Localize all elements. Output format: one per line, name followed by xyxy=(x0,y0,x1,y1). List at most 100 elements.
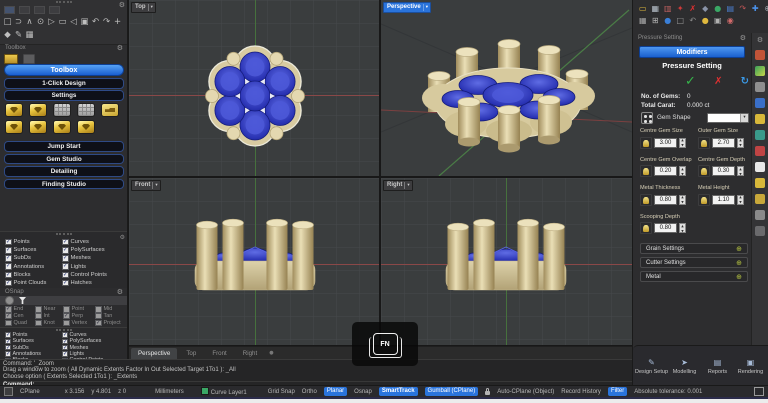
viewport-right[interactable]: Right▾ xyxy=(381,178,632,345)
side-strip-icon[interactable] xyxy=(755,82,765,92)
side-strip-icon[interactable] xyxy=(755,146,765,156)
stepper[interactable] xyxy=(679,223,686,233)
filter-checkbox[interactable]: SubDs xyxy=(5,254,62,262)
side-strip-icon[interactable] xyxy=(755,178,765,188)
disable-osnap-icon[interactable] xyxy=(5,296,14,305)
osnap-checkbox[interactable]: ✓Cen xyxy=(5,313,35,320)
curve-tool-icon[interactable]: ∧ xyxy=(24,16,35,28)
gear-icon[interactable]: ⚙ xyxy=(117,44,123,52)
chevron-down-icon[interactable]: ▾ xyxy=(740,114,748,122)
expand-icon[interactable]: ⊕ xyxy=(736,273,742,281)
cutter-settings-section[interactable]: Cutter Settings ⊕ xyxy=(640,257,748,268)
chevron-down-icon[interactable]: ▾ xyxy=(404,182,409,190)
settings-button[interactable]: Settings xyxy=(4,90,124,101)
chevron-down-icon[interactable]: ▾ xyxy=(148,4,153,12)
folder-tab-icon[interactable] xyxy=(4,54,18,64)
chevron-down-icon[interactable]: ▾ xyxy=(423,4,428,12)
grid-pattern-tool-icon[interactable] xyxy=(77,103,95,117)
gear-icon[interactable]: ⚙ xyxy=(740,34,746,42)
side-strip-icon[interactable] xyxy=(755,98,765,108)
curve-tool-icon[interactable]: ◆ xyxy=(2,29,13,41)
filter-funnel-icon[interactable] xyxy=(19,297,26,304)
toolbar-icon[interactable]: ● xyxy=(700,15,712,26)
finding-studio-button[interactable]: Finding Studio xyxy=(4,179,124,190)
toolbar-icon[interactable]: ▦ xyxy=(637,15,649,26)
lock-icon[interactable] xyxy=(485,391,490,395)
command-area[interactable]: Command: '_ZoomDrag a window to zoom ( A… xyxy=(0,359,632,385)
toolbar-icon[interactable]: ✦ xyxy=(675,3,687,14)
expand-icon[interactable]: ⊕ xyxy=(736,259,742,267)
toolbar-icon[interactable]: ↶ xyxy=(687,15,699,26)
gear-icon[interactable]: ⚙ xyxy=(757,36,763,44)
pave-pattern-tool-icon[interactable] xyxy=(53,103,71,117)
toolbar-icon[interactable]: ● xyxy=(662,15,674,26)
curve-tool-icon[interactable]: + xyxy=(112,16,123,28)
parameter-value-input[interactable]: 0.30 xyxy=(712,166,735,176)
side-strip-icon[interactable] xyxy=(755,162,765,172)
tab-perspective[interactable]: Perspective xyxy=(131,348,177,359)
jump-start-button[interactable]: Jump Start xyxy=(4,141,124,152)
layer-menu[interactable]: Curve Layer1 xyxy=(201,387,247,396)
grid-snap-toggle[interactable]: Grid Snap xyxy=(268,389,295,395)
prong-tool-icon[interactable] xyxy=(29,120,47,134)
osnap-checkbox[interactable]: Near xyxy=(35,306,63,313)
parameter-value-input[interactable]: 2.70 xyxy=(712,138,735,148)
osnap-checkbox[interactable]: Quad xyxy=(5,320,35,327)
toolbar-icon[interactable]: ✚ xyxy=(750,3,762,14)
panel-grip[interactable] xyxy=(56,233,72,235)
viewport-label-front[interactable]: Front▾ xyxy=(131,180,161,191)
parameter-value-input[interactable]: 0.80 xyxy=(654,223,677,233)
chevron-down-icon[interactable]: ▾ xyxy=(152,182,157,190)
mode-button[interactable]: ▤ Reports xyxy=(701,358,734,375)
auto-cplane-toggle[interactable]: Auto-CPlane (Object) xyxy=(497,389,554,395)
filter-checkbox[interactable]: Point Clouds xyxy=(5,279,62,287)
osnap-checkbox[interactable]: ✓Perp xyxy=(63,313,95,320)
osnap-checkbox[interactable]: Knot xyxy=(35,320,63,327)
stepper[interactable] xyxy=(737,195,744,205)
viewport-label-top[interactable]: Top▾ xyxy=(131,2,156,13)
stepper[interactable] xyxy=(737,138,744,148)
osnap-toggle[interactable]: Osnap xyxy=(354,389,372,395)
parameter-value-input[interactable]: 0.20 xyxy=(654,166,677,176)
mode-button[interactable]: ▣ Rendering xyxy=(734,358,767,375)
viewport-top[interactable]: Top▾ xyxy=(129,0,379,176)
cancel-icon[interactable]: ✗ xyxy=(714,76,722,87)
stepper[interactable] xyxy=(679,138,686,148)
filter-checkbox[interactable]: Surfaces xyxy=(5,246,62,254)
side-strip-icon[interactable] xyxy=(755,130,765,140)
toolbar-tab[interactable] xyxy=(4,6,15,14)
filter-checkbox[interactable]: Control Points xyxy=(62,271,124,279)
ortho-toggle[interactable]: Ortho xyxy=(302,389,317,395)
tools-tab-icon[interactable] xyxy=(23,54,35,64)
toolbar-icon[interactable]: □ xyxy=(675,15,687,26)
curve-tool-icon[interactable]: ↶ xyxy=(90,16,101,28)
curve-tool-icon[interactable]: ▭ xyxy=(57,16,68,28)
viewport-perspective[interactable]: Perspective▾ xyxy=(381,0,632,176)
side-strip-icon[interactable] xyxy=(755,226,765,236)
toolbar-icon[interactable]: ✗ xyxy=(687,3,699,14)
cluster-tool-icon[interactable] xyxy=(77,120,95,134)
toolbar-icon[interactable]: ▤ xyxy=(725,3,737,14)
tab-top[interactable]: Top xyxy=(179,348,203,359)
stepper[interactable] xyxy=(679,195,686,205)
osnap-checkbox[interactable]: Point xyxy=(63,306,95,313)
cplane-menu[interactable]: CPlane xyxy=(20,389,40,395)
toolbar-icon[interactable]: ● xyxy=(712,3,724,14)
stepper[interactable] xyxy=(737,166,744,176)
detailing-button[interactable]: Detailing xyxy=(4,166,124,177)
side-strip-icon[interactable] xyxy=(755,66,765,76)
curve-tool-icon[interactable]: □ xyxy=(2,16,13,28)
modifiers-button[interactable]: Modifiers xyxy=(639,46,745,58)
stepper[interactable] xyxy=(679,166,686,176)
metal-section[interactable]: Metal ⊕ xyxy=(640,271,748,282)
record-history-toggle[interactable]: Record History xyxy=(561,389,601,395)
filter-checkbox[interactable]: Blocks xyxy=(5,271,62,279)
filter-checkbox[interactable]: Curves xyxy=(62,238,124,246)
tab-front[interactable]: Front xyxy=(205,348,233,359)
filter-checkbox[interactable]: Annotations xyxy=(5,263,62,271)
osnap-checkbox[interactable]: Vertex xyxy=(63,320,95,327)
curve-tool-icon[interactable]: ▷ xyxy=(46,16,57,28)
grid-toggle-icon[interactable] xyxy=(4,387,13,396)
add-viewport-icon[interactable]: ● xyxy=(269,348,273,359)
gem-setting-tool-icon[interactable] xyxy=(29,103,47,117)
